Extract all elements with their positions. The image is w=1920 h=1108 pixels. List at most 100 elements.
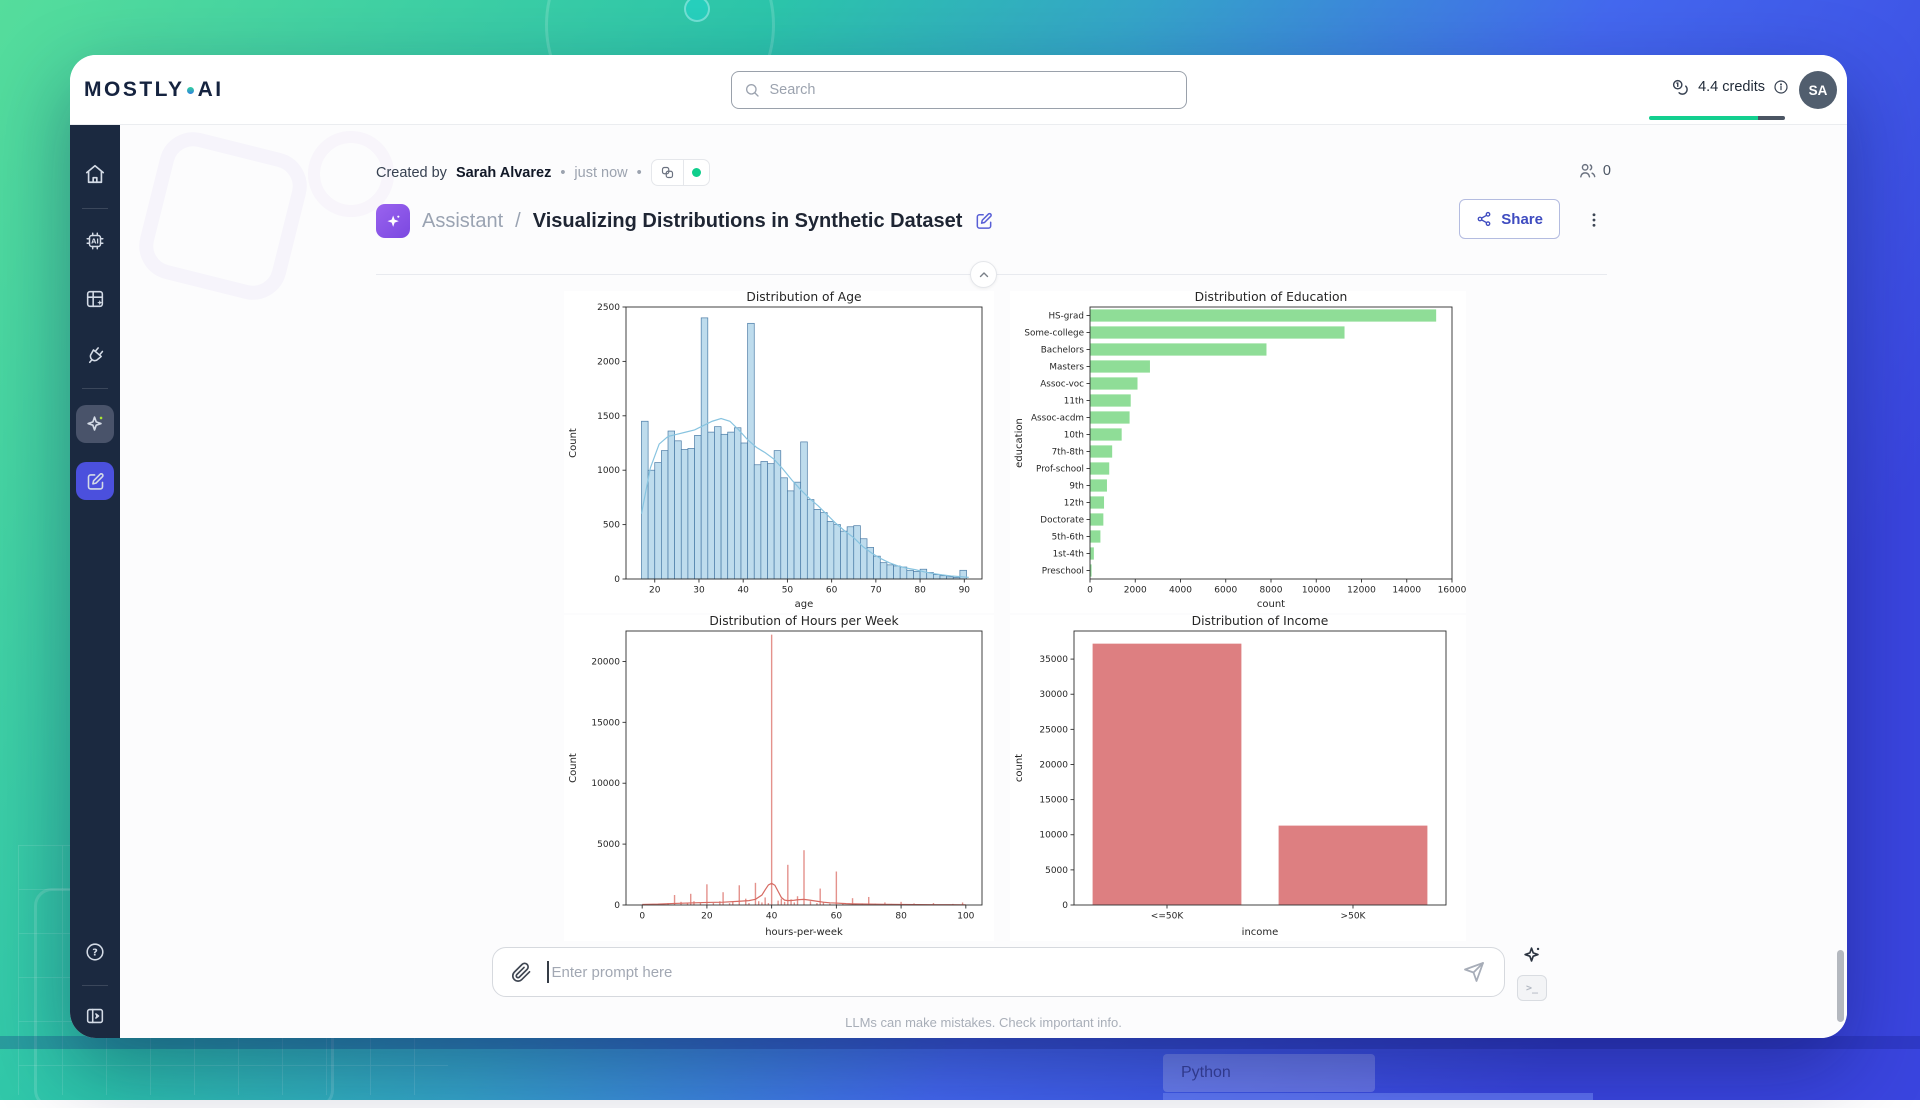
- svg-text:20000: 20000: [1039, 760, 1068, 770]
- svg-text:40: 40: [737, 586, 749, 596]
- svg-text:80: 80: [895, 912, 907, 922]
- svg-text:10th: 10th: [1064, 431, 1084, 441]
- credits-widget: 4.4 credits: [1671, 55, 1789, 119]
- attach-file-button[interactable]: [511, 962, 532, 983]
- more-options-button[interactable]: [1581, 207, 1607, 233]
- sidebar: AI ?: [70, 125, 120, 1038]
- svg-text:500: 500: [603, 521, 620, 531]
- panel-toggle-icon: [84, 1005, 106, 1027]
- svg-text:70: 70: [870, 586, 882, 596]
- svg-text:HS-grad: HS-grad: [1048, 312, 1084, 322]
- svg-text:60: 60: [831, 912, 843, 922]
- svg-text:1000: 1000: [597, 466, 620, 476]
- edit-title-button[interactable]: [974, 211, 994, 231]
- search-input[interactable]: [770, 82, 1174, 98]
- disclaimer-text: LLMs can make mistakes. Check important …: [120, 1015, 1847, 1030]
- logo-text-right: AI: [198, 78, 224, 102]
- blocks-icon: [652, 165, 683, 180]
- credits-coins-icon: [1671, 78, 1690, 97]
- svg-text:35000: 35000: [1039, 655, 1068, 665]
- prompt-placeholder: Enter prompt here: [552, 964, 673, 981]
- terminal-button[interactable]: >_: [1517, 975, 1547, 1001]
- scrollbar-thumb[interactable]: [1837, 950, 1844, 1022]
- separator-dot: •: [637, 165, 642, 181]
- sidebar-item-models[interactable]: AI: [76, 222, 114, 260]
- collaborators-widget[interactable]: 0: [1578, 161, 1611, 180]
- sparkle-icon: [84, 413, 106, 435]
- credits-label: 4.4 credits: [1698, 79, 1765, 95]
- income-bar-chart: <=50K>50K0500010000150002000025000300003…: [1010, 615, 1466, 941]
- svg-text:60: 60: [826, 586, 838, 596]
- svg-text:Count: Count: [568, 428, 579, 458]
- svg-text:Masters: Masters: [1049, 363, 1084, 373]
- svg-text:?: ?: [92, 948, 98, 959]
- main-content: Created by Sarah Alvarez • just now • 0 …: [120, 125, 1847, 1038]
- created-time: just now: [574, 165, 627, 181]
- svg-text:Bachelors: Bachelors: [1041, 346, 1085, 356]
- assistant-sparkle-button[interactable]: [1518, 941, 1546, 969]
- svg-text:40: 40: [766, 912, 778, 922]
- svg-text:Count: Count: [568, 753, 579, 783]
- svg-text:Prof-school: Prof-school: [1036, 465, 1084, 475]
- logo-dot: [187, 87, 194, 94]
- svg-text:80: 80: [914, 586, 926, 596]
- sidebar-item-collapse-panel[interactable]: [76, 997, 114, 1035]
- svg-text:6000: 6000: [1214, 586, 1237, 596]
- svg-text:2500: 2500: [597, 303, 620, 313]
- status-green-dot: [692, 168, 701, 177]
- share-label: Share: [1501, 211, 1543, 228]
- svg-text:hours-per-week: hours-per-week: [765, 927, 843, 938]
- created-by-row: Created by Sarah Alvarez • just now •: [376, 159, 710, 186]
- sidebar-item-assistant-active[interactable]: [76, 405, 114, 443]
- paperclip-icon: [511, 962, 532, 983]
- sidebar-item-new-chat[interactable]: [76, 462, 114, 500]
- svg-text:20: 20: [649, 586, 661, 596]
- sidebar-divider: [82, 208, 108, 209]
- svg-text:15000: 15000: [1039, 796, 1068, 806]
- share-button[interactable]: Share: [1459, 199, 1560, 239]
- backdrop-python-label: Python: [1163, 1054, 1375, 1092]
- svg-text:0: 0: [1062, 901, 1068, 911]
- svg-text:100: 100: [957, 912, 974, 922]
- svg-text:Preschool: Preschool: [1042, 567, 1084, 577]
- separator-dot: •: [560, 165, 565, 181]
- svg-text:>50K: >50K: [1341, 912, 1367, 922]
- send-button[interactable]: [1462, 960, 1486, 984]
- svg-text:7th-8th: 7th-8th: [1052, 448, 1084, 458]
- svg-text:16000: 16000: [1438, 586, 1466, 596]
- kebab-menu-icon: [1585, 211, 1603, 229]
- svg-text:Distribution of Education: Distribution of Education: [1195, 291, 1348, 304]
- svg-text:12000: 12000: [1347, 586, 1376, 596]
- author-name: Sarah Alvarez: [456, 165, 551, 181]
- app-window: MOSTLYAI 4.4 credits SA AI: [70, 55, 1847, 1038]
- search-box[interactable]: [731, 71, 1187, 109]
- svg-text:30: 30: [693, 586, 705, 596]
- svg-text:1500: 1500: [597, 412, 620, 422]
- svg-text:9th: 9th: [1069, 482, 1084, 492]
- svg-text:2000: 2000: [1124, 586, 1147, 596]
- prompt-input[interactable]: Enter prompt here: [492, 947, 1505, 997]
- svg-text:count: count: [1257, 599, 1285, 610]
- sidebar-item-datasets[interactable]: [76, 280, 114, 318]
- svg-text:4000: 4000: [1169, 586, 1192, 596]
- sidebar-item-connectors[interactable]: [76, 337, 114, 375]
- terminal-icon: >_: [1526, 983, 1538, 994]
- svg-text:12th: 12th: [1064, 499, 1084, 509]
- svg-text:Distribution of Income: Distribution of Income: [1192, 615, 1329, 628]
- svg-text:Assoc-voc: Assoc-voc: [1040, 380, 1084, 390]
- info-icon[interactable]: [1773, 79, 1789, 95]
- svg-text:11th: 11th: [1064, 397, 1084, 407]
- backdrop-row-decoration: [1163, 1093, 1593, 1100]
- svg-text:30000: 30000: [1039, 690, 1068, 700]
- collapse-chat-button[interactable]: [970, 261, 997, 288]
- table-sparkle-icon: [84, 288, 106, 310]
- breadcrumb-assistant[interactable]: Assistant: [422, 210, 503, 233]
- collaborators-count: 0: [1603, 163, 1611, 179]
- breadcrumb-divider: /: [515, 210, 521, 233]
- sidebar-item-home[interactable]: [76, 155, 114, 193]
- compose-icon: [85, 471, 106, 492]
- sidebar-divider: [82, 388, 108, 389]
- model-status-pill[interactable]: [651, 159, 710, 186]
- sidebar-item-help[interactable]: ?: [76, 933, 114, 971]
- avatar[interactable]: SA: [1799, 71, 1837, 109]
